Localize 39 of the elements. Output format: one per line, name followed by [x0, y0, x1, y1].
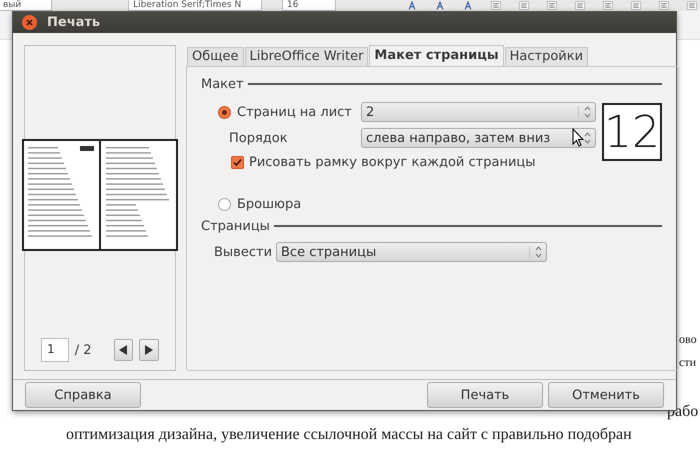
window-title: Печать — [47, 15, 100, 30]
section-title: Страницы — [201, 218, 270, 234]
checkbox-label[interactable]: Рисовать рамку вокруг каждой страницы — [249, 154, 536, 170]
layout-preview: 12 — [602, 103, 662, 162]
toolbar-icon[interactable] — [684, 1, 700, 10]
style-field[interactable]: вый — [0, 0, 52, 11]
document-text: сти — [679, 355, 696, 370]
option-label[interactable]: Брошюра — [237, 196, 302, 212]
order-dropdown[interactable]: слева направо, затем вниз — [361, 128, 596, 148]
spin-arrows-icon — [578, 106, 591, 118]
triangle-left-icon — [119, 345, 128, 356]
spin-arrows-icon — [529, 246, 542, 258]
radio-button[interactable] — [218, 198, 231, 211]
tab[interactable]: Настройки — [504, 47, 588, 66]
cursor-icon — [572, 128, 584, 147]
close-icon[interactable] — [22, 15, 37, 30]
option-label[interactable]: Страниц на лист — [237, 104, 361, 120]
dialog-button[interactable]: Отменить — [548, 382, 664, 408]
dialog-button[interactable]: Печать — [427, 382, 543, 408]
tab[interactable]: Макет страницы — [369, 45, 504, 66]
previous-page-button[interactable] — [114, 339, 134, 362]
page-field[interactable]: 1 — [41, 338, 69, 362]
pages-per-sheet-spinbox[interactable]: 2 — [361, 102, 596, 122]
field-label: Вывести — [214, 244, 272, 260]
field-label: Порядок — [229, 130, 289, 146]
checkbox[interactable] — [231, 156, 244, 169]
page-count: / 2 — [74, 342, 92, 358]
triangle-right-icon — [145, 345, 154, 356]
tab[interactable]: Общее — [187, 47, 244, 66]
font-field[interactable]: Liberation Serif;Times N — [128, 0, 262, 11]
size-field[interactable]: 16 — [282, 0, 336, 11]
tab[interactable]: LibreOffice Writer — [244, 47, 368, 66]
next-page-button[interactable] — [139, 339, 159, 362]
help-button[interactable]: Справка — [25, 382, 141, 408]
section-title: Макет — [201, 76, 244, 92]
radio-button[interactable] — [218, 106, 231, 119]
pages-dropdown[interactable]: Все страницы — [276, 242, 548, 262]
document-text: ово — [679, 332, 697, 347]
document-text: оптимизация дизайна, увеличение ссылочной массы на сайт с правильно подобран — [66, 426, 632, 444]
